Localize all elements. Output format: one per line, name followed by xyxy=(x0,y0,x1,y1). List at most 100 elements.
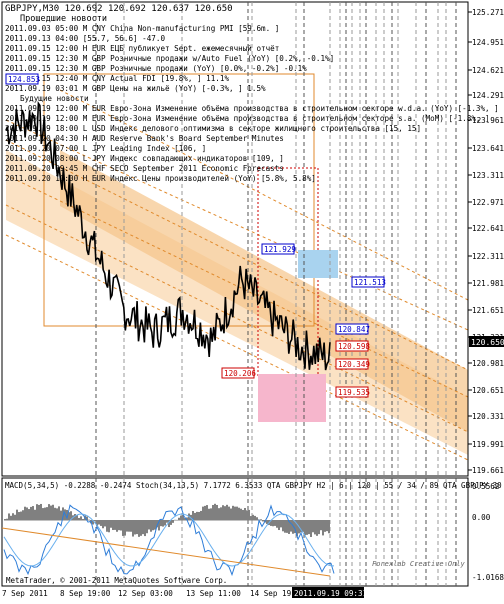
news-line: 2011.09.20 07:00 L JPY Leading Index [10… xyxy=(5,144,206,153)
macd-bar xyxy=(154,520,156,530)
macd-bar xyxy=(146,520,148,534)
macd-bar xyxy=(140,520,142,536)
macd-bar xyxy=(32,506,34,521)
macd-bar xyxy=(132,520,134,537)
macd-bar xyxy=(322,520,324,536)
macd-bar xyxy=(74,514,76,521)
price-label: 120.598 xyxy=(338,342,370,351)
macd-bar xyxy=(48,504,50,521)
macd-bar xyxy=(320,520,322,531)
macd-bar xyxy=(232,505,234,521)
macd-bar xyxy=(108,520,110,533)
indicator-tick-label: 0.00 xyxy=(472,513,491,522)
indicator-tick-label: 0.5562 xyxy=(472,482,499,491)
macd-bar xyxy=(230,508,232,521)
news-line: 2011.09.15 12:00 H EUR ЕЦБ публикует Sep… xyxy=(5,44,279,53)
news-line: 2011.09.13 04:00 [55.7, 56.6] -47.0 xyxy=(5,34,165,43)
macd-bar xyxy=(164,520,166,526)
time-tick-label: 7 Sep 2011 xyxy=(2,589,48,598)
news-line: 2011.09.19 03:01 M GBP Цены на жильё (Yo… xyxy=(5,84,266,93)
macd-bar xyxy=(242,509,244,521)
macd-bar xyxy=(60,510,62,521)
macd-bar xyxy=(266,520,268,524)
macd-bar xyxy=(218,508,220,521)
price-tick-label: 119.991 xyxy=(472,440,504,449)
news-line: 2011.09.20 04:30 H AUD Reserve Bank's Bo… xyxy=(5,134,284,143)
price-tick-label: 122.641 xyxy=(472,224,504,233)
price-tick-label: 119.661 xyxy=(472,466,504,475)
macd-bar xyxy=(44,507,46,521)
macd-bar xyxy=(202,506,204,521)
price-label: 120.206 xyxy=(224,369,256,378)
macd-bar xyxy=(248,509,250,521)
macd-bar xyxy=(6,518,8,521)
macd-bar xyxy=(26,507,28,521)
price-tick-label: 122.971 xyxy=(472,198,504,207)
macd-bar xyxy=(194,512,196,521)
macd-bar xyxy=(274,520,276,526)
price-tick-label: 124.621 xyxy=(472,66,504,75)
macd-bar xyxy=(180,515,182,521)
macd-bar xyxy=(114,520,116,530)
macd-bar xyxy=(34,509,36,521)
price-label: 121.513 xyxy=(354,278,386,287)
trading-chart[interactable]: 2011.09.03 05:00 M CNY China Non-manufac… xyxy=(0,0,504,600)
news-line: Будущие новости xyxy=(20,94,89,103)
macd-bar xyxy=(246,510,248,521)
macd-bar xyxy=(4,519,6,521)
macd-bar xyxy=(312,520,314,533)
macd-bar xyxy=(314,520,316,535)
macd-bar xyxy=(144,520,146,537)
macd-bar xyxy=(214,503,216,521)
macd-bar xyxy=(306,520,308,535)
current-price-label: 120.650 xyxy=(471,338,504,347)
macd-bar xyxy=(204,505,206,521)
macd-bar xyxy=(308,520,310,535)
price-tick-label: 123.311 xyxy=(472,171,504,180)
macd-bar xyxy=(236,506,238,521)
macd-bar xyxy=(116,520,118,532)
macd-bar xyxy=(196,511,198,521)
macd-bar xyxy=(100,520,102,526)
macd-bar xyxy=(126,520,128,532)
macd-bar xyxy=(172,520,174,523)
macd-bar xyxy=(46,507,48,521)
macd-bar xyxy=(176,519,178,521)
macd-bar xyxy=(220,507,222,521)
macd-bar xyxy=(178,517,180,521)
macd-bar xyxy=(12,513,14,521)
macd-bar xyxy=(252,514,254,521)
news-subtitle: Прошедшие новости xyxy=(20,14,107,24)
macd-bar xyxy=(40,503,42,521)
macd-bar xyxy=(238,507,240,521)
copyright: MetaTrader, © 2001-2011 MetaQuotes Softw… xyxy=(6,576,227,585)
news-line: 2011.09.15 12:30 M GBP Розничные продажи… xyxy=(5,64,307,73)
macd-bar xyxy=(286,520,288,533)
macd-bar xyxy=(16,509,18,521)
macd-bar xyxy=(110,520,112,528)
price-label: 121.929 xyxy=(264,245,296,254)
macd-bar xyxy=(94,520,96,522)
macd-bar xyxy=(136,520,138,535)
macd-bar xyxy=(38,504,40,521)
news-line: 2011.09.20 10:00 H EUR Индекс Цены произ… xyxy=(5,174,316,183)
macd-bar xyxy=(22,510,24,521)
macd-bar xyxy=(290,520,292,532)
pink-zone xyxy=(258,374,326,422)
macd-bar xyxy=(234,506,236,521)
macd-bar xyxy=(318,520,320,535)
chart-header: GBPJPY,M30 120.692 120.692 120.637 120.6… xyxy=(5,4,233,14)
news-line: 2011.09.03 05:00 M CNY China Non-manufac… xyxy=(5,24,279,33)
macd-bar xyxy=(102,520,104,529)
macd-bar xyxy=(328,520,330,534)
macd-bar xyxy=(118,520,120,531)
macd-bar xyxy=(310,520,312,537)
macd-bar xyxy=(250,516,252,521)
time-tick-label: 13 Sep 11:00 xyxy=(186,589,241,598)
price-label: 124.853 xyxy=(8,75,40,84)
macd-bar xyxy=(316,520,318,536)
macd-bar xyxy=(174,519,176,521)
macd-bar xyxy=(162,520,164,527)
macd-bar xyxy=(166,520,168,523)
price-tick-label: 124.951 xyxy=(472,38,504,47)
